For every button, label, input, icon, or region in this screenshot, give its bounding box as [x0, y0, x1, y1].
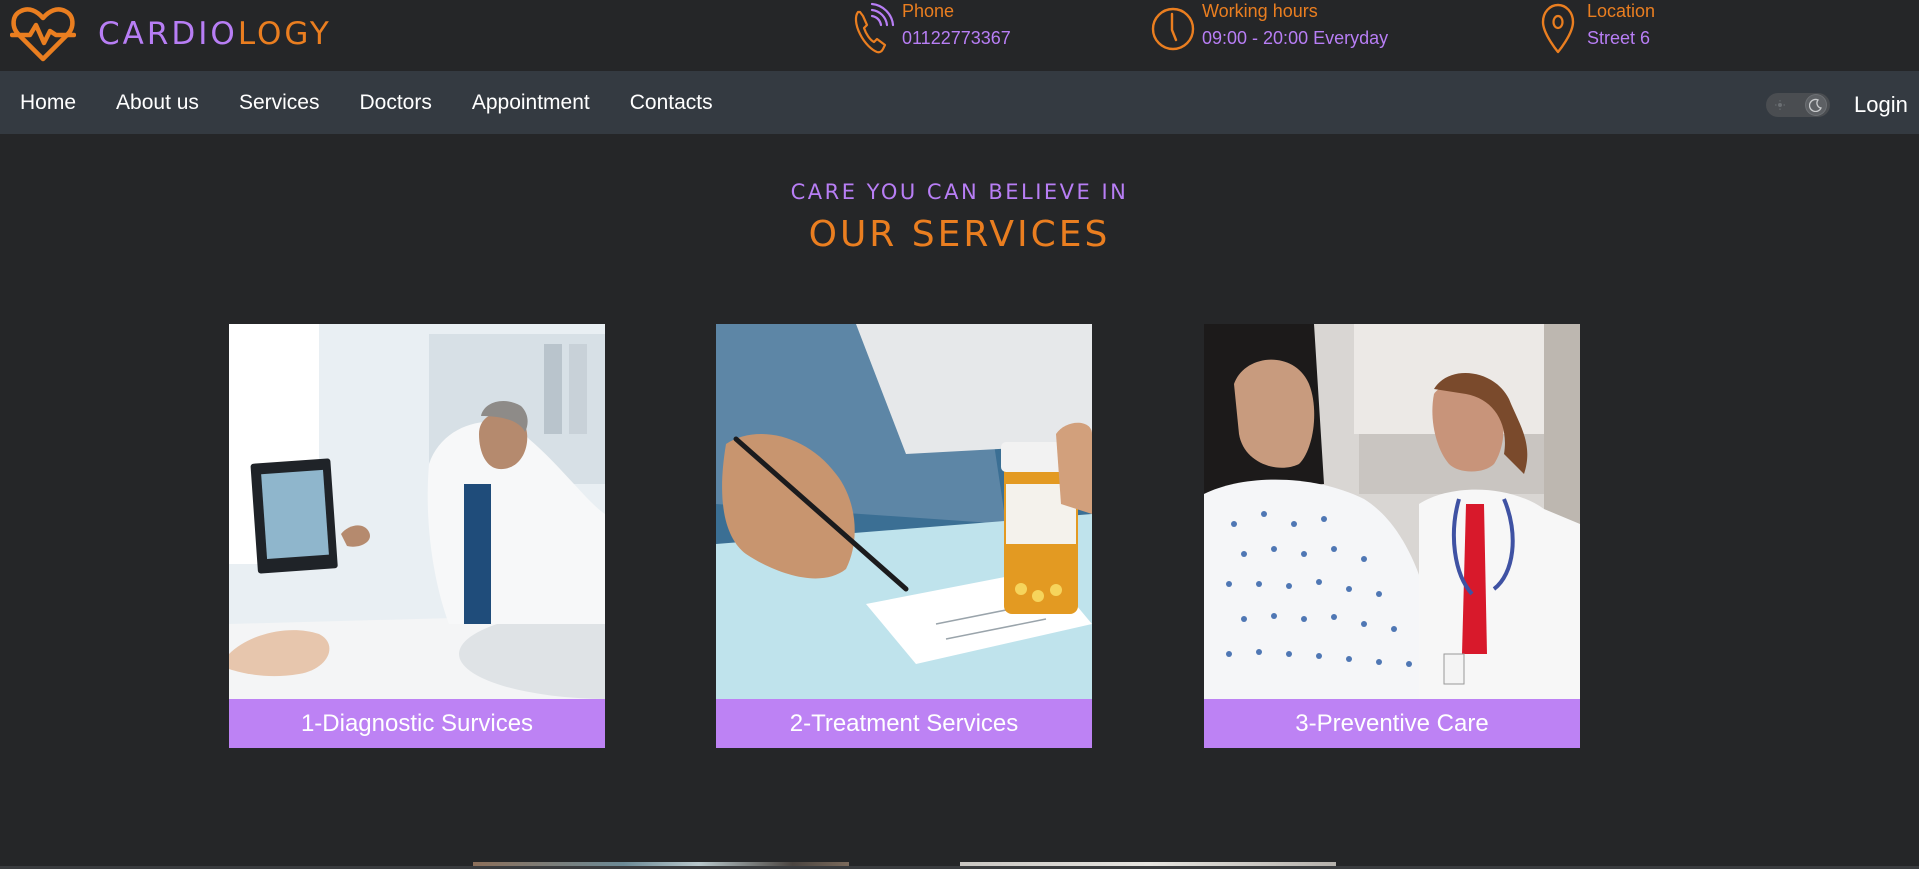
location-value: Street 6 — [1587, 28, 1651, 48]
theme-toggle[interactable] — [1766, 93, 1830, 117]
location-label: Location — [1587, 1, 1656, 21]
service-image-diagnostic — [229, 324, 605, 699]
service-card-treatment[interactable]: 2-Treatment Services — [716, 324, 1092, 748]
phone-info: Phone 01122773367 — [850, 0, 1011, 56]
brand-name: CARDIOLOGY — [98, 15, 332, 52]
service-card-preventive[interactable]: 3-Preventive Care — [1204, 324, 1580, 748]
working-hours-label: Working hours — [1202, 1, 1318, 21]
nav-item-home[interactable]: Home — [0, 71, 96, 134]
top-header: CARDIOLOGY Phone 01122773367 Working hou… — [0, 0, 1919, 71]
brand-name-part2: LOGY — [237, 15, 332, 52]
login-link[interactable]: Login — [1854, 91, 1908, 119]
clock-icon — [1151, 7, 1195, 51]
phone-label: Phone — [902, 1, 955, 21]
logo[interactable]: CARDIOLOGY — [10, 5, 332, 63]
nav-item-services[interactable]: Services — [219, 71, 340, 134]
moon-icon — [1809, 98, 1822, 112]
phone-value[interactable]: 01122773367 — [902, 27, 1011, 49]
working-hours-value: 09:00 - 20:00 Everyday — [1202, 28, 1389, 48]
nav-item-doctors[interactable]: Doctors — [339, 71, 451, 134]
service-caption-preventive: 3-Preventive Care — [1204, 699, 1580, 748]
service-card-diagnostic[interactable]: 1-Diagnostic Survices — [229, 324, 605, 748]
nav-item-appointment[interactable]: Appointment — [452, 71, 610, 134]
nav-item-about-us[interactable]: About us — [96, 71, 219, 134]
location-info: Location Street 6 — [1535, 0, 1655, 56]
nav-item-contacts[interactable]: Contacts — [610, 71, 733, 134]
main-nav: Home About us Services Doctors Appointme… — [0, 71, 1919, 134]
section-heading: OUR SERVICES — [808, 214, 1111, 255]
service-caption-diagnostic: 1-Diagnostic Survices — [229, 699, 605, 748]
section-subheading: CARE YOU CAN BELIEVE IN — [790, 180, 1129, 204]
nav-links: Home About us Services Doctors Appointme… — [0, 71, 733, 134]
location-pin-icon — [1541, 3, 1575, 54]
service-image-treatment — [716, 324, 1092, 699]
brand-name-part1: CARDIO — [98, 15, 238, 52]
heart-pulse-icon — [10, 7, 76, 62]
service-caption-treatment: 2-Treatment Services — [716, 699, 1092, 748]
phone-icon — [854, 2, 895, 54]
working-hours-info: Working hours 09:00 - 20:00 Everyday — [1150, 0, 1388, 56]
sun-icon — [1775, 100, 1785, 110]
service-image-preventive — [1204, 324, 1580, 699]
